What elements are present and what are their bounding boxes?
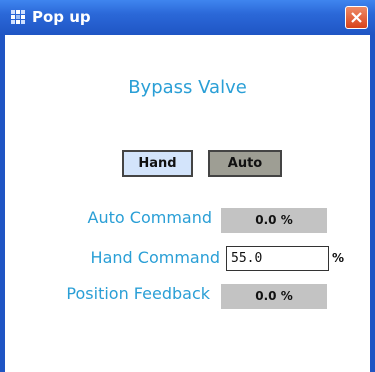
hand-command-label: Hand Command [90, 248, 220, 267]
hand-mode-button[interactable]: Hand [122, 150, 193, 177]
popup-window: Pop up Bypass Valve Hand Auto Auto Comma… [0, 0, 375, 372]
panel-heading: Bypass Valve [128, 77, 247, 98]
position-feedback-value: 0.0 % [221, 284, 327, 309]
auto-command-value: 0.0 % [221, 208, 327, 233]
hand-command-unit: % [332, 251, 345, 265]
hand-command-input[interactable] [226, 246, 329, 271]
title-bar[interactable]: Pop up [0, 0, 375, 35]
auto-mode-button[interactable]: Auto [208, 150, 282, 177]
app-grid-icon [10, 9, 26, 25]
window-title: Pop up [32, 8, 91, 26]
close-button[interactable] [345, 6, 368, 29]
close-icon [351, 12, 362, 23]
position-feedback-label: Position Feedback [66, 284, 210, 303]
auto-command-label: Auto Command [87, 208, 212, 227]
